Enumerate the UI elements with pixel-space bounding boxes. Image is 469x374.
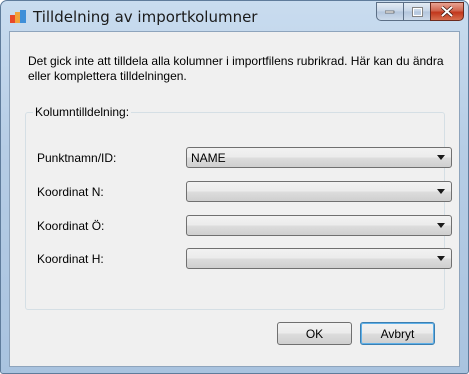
dialog-window: Tilldelning av importkolumner Det gick i… xyxy=(0,0,469,374)
coord-n-combo[interactable] xyxy=(186,181,452,202)
dialog-client-area: Det gick inte att tilldela alla kolumner… xyxy=(9,31,460,367)
cancel-button[interactable]: Avbryt xyxy=(360,322,435,345)
info-message: Det gick inte att tilldela alla kolumner… xyxy=(28,54,444,83)
coord-o-combo[interactable] xyxy=(186,215,452,236)
minimize-button[interactable] xyxy=(376,2,403,21)
chevron-down-icon xyxy=(437,223,445,228)
chevron-down-icon xyxy=(437,256,445,261)
column-assignment-group: Kolumntilldelning: Punktnamn/ID: NAME Ko… xyxy=(25,105,452,310)
label-coord-n: Koordinat N: xyxy=(37,185,104,199)
chevron-down-icon xyxy=(437,189,445,194)
group-title: Kolumntilldelning: xyxy=(33,105,132,119)
point-name-value: NAME xyxy=(191,151,226,165)
close-button[interactable] xyxy=(430,2,464,21)
label-point-name: Punktnamn/ID: xyxy=(37,151,117,165)
maximize-button[interactable] xyxy=(403,2,430,21)
window-title: Tilldelning av importkolumner xyxy=(33,8,258,26)
close-icon xyxy=(441,6,453,17)
ok-button[interactable]: OK xyxy=(277,322,352,345)
label-coord-h: Koordinat H: xyxy=(37,252,104,266)
chevron-down-icon xyxy=(437,155,445,160)
point-name-combo[interactable]: NAME xyxy=(186,147,452,168)
maximize-icon xyxy=(411,6,423,17)
title-bar[interactable]: Tilldelning av importkolumner xyxy=(1,1,468,31)
minimize-icon xyxy=(385,10,395,13)
coord-h-combo[interactable] xyxy=(186,248,452,269)
app-icon xyxy=(10,10,26,23)
label-coord-o: Koordinat Ö: xyxy=(37,219,105,233)
